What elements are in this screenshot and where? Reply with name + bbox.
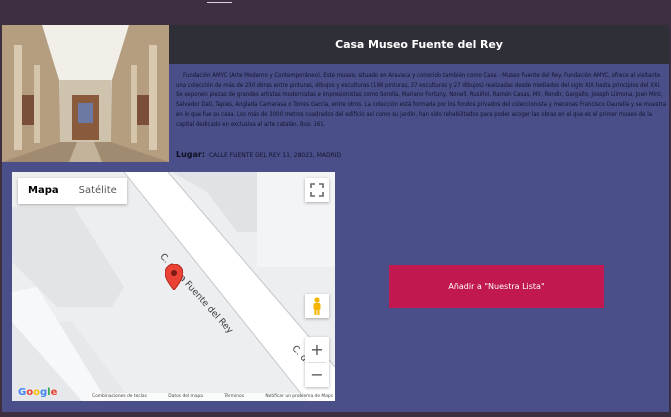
nav-active-indicator: [207, 2, 232, 3]
add-to-list-button[interactable]: Añadir a "Nuestra Lista": [389, 265, 604, 308]
pegman-icon: [313, 297, 321, 315]
map-embed[interactable]: Mapa Satélite C. de la Fuente del Rey C.…: [12, 172, 335, 401]
museum-card: Casa Museo Fuente del Rey Fundación AMYC…: [2, 25, 669, 412]
report-problem-link[interactable]: Notificar un problema de Maps: [265, 393, 333, 401]
title-bar: Casa Museo Fuente del Rey: [169, 25, 669, 64]
keyboard-shortcuts-link[interactable]: Combinaciones de teclas: [92, 393, 147, 401]
zoom-in-button[interactable]: +: [305, 337, 329, 362]
museum-description: Fundación AMYC (Arte Moderno y Contempor…: [176, 72, 667, 128]
location-label: Lugar:: [176, 150, 206, 159]
map-type-satelite[interactable]: Satélite: [69, 178, 127, 204]
top-navigation-bar: [0, 0, 671, 22]
museum-location: Lugar: CALLE FUENTE DEL REY 11, 28023, M…: [176, 150, 666, 159]
street-view-button[interactable]: [305, 294, 329, 318]
map-data-link[interactable]: Datos del mapa: [168, 393, 203, 401]
fullscreen-button[interactable]: [305, 178, 329, 202]
map-marker-icon: [164, 263, 184, 291]
museum-title: Casa Museo Fuente del Rey: [335, 38, 503, 51]
map-type-toggle: Mapa Satélite: [18, 178, 127, 204]
map-marker[interactable]: [164, 263, 184, 294]
map-attribution: Combinaciones de teclas Datos del mapa T…: [90, 393, 335, 401]
map-type-mapa[interactable]: Mapa: [18, 178, 69, 204]
fullscreen-icon: [310, 183, 324, 197]
terms-link[interactable]: Términos: [224, 393, 244, 401]
zoom-out-button[interactable]: −: [305, 363, 329, 388]
museum-photo: [2, 25, 169, 162]
zoom-controls: + −: [305, 337, 329, 387]
google-logo: Google: [18, 387, 58, 398]
location-value: CALLE FUENTE DEL REY 11, 28023, MADRID: [208, 152, 342, 159]
